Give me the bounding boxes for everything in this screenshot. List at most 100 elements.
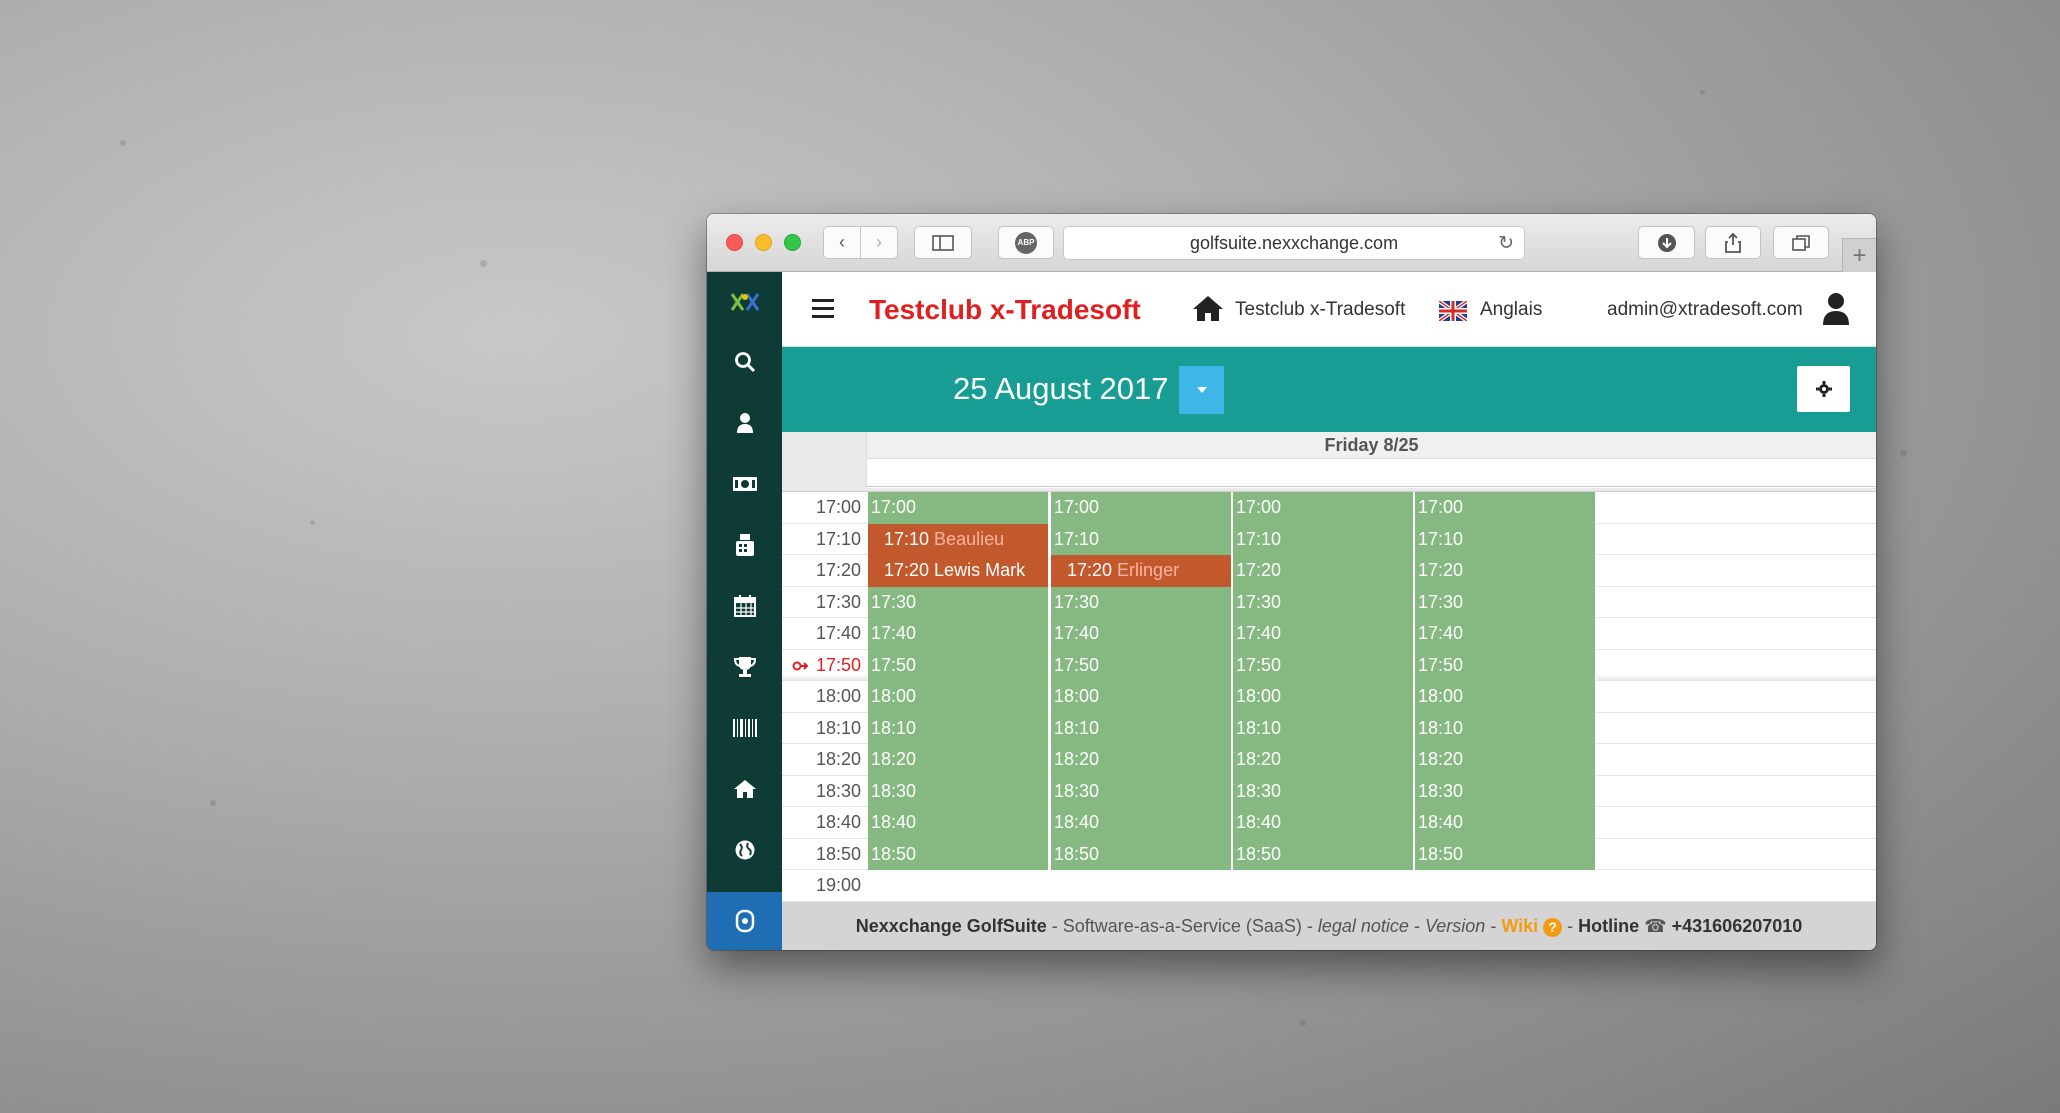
slot-time: 18:20	[1418, 749, 1464, 769]
free-tee-time[interactable]: 17:00	[1051, 492, 1233, 524]
adblock-button[interactable]: ABP	[998, 226, 1054, 259]
free-tee-time[interactable]: 17:40	[868, 618, 1050, 650]
slot-time: 18:20	[871, 749, 917, 769]
free-tee-time[interactable]: 17:20	[1415, 555, 1597, 587]
slot-time: 18:10	[1418, 717, 1464, 738]
free-tee-time[interactable]: 17:30	[868, 586, 1050, 618]
slot-time: 17:10	[884, 528, 930, 549]
plus-icon: +	[1852, 241, 1867, 269]
free-tee-time[interactable]: 17:40	[1233, 618, 1415, 650]
settings-button[interactable]	[1797, 366, 1850, 412]
slot-time: 18:10	[871, 717, 917, 738]
free-tee-time[interactable]: 18:10	[1051, 712, 1233, 744]
share-button[interactable]	[1705, 226, 1761, 259]
free-tee-time[interactable]: 18:30	[868, 775, 1050, 807]
free-tee-time[interactable]: 18:40	[1051, 807, 1233, 839]
reload-icon[interactable]: ↻	[1498, 232, 1514, 255]
minimize-window-button[interactable]	[755, 234, 772, 251]
free-tee-time[interactable]: 17:10	[1233, 523, 1415, 555]
free-tee-time[interactable]: 18:10	[1415, 712, 1597, 744]
free-tee-time[interactable]: 17:40	[1415, 618, 1597, 650]
free-tee-time[interactable]: 17:20	[1233, 555, 1415, 587]
time-row: 19:00	[782, 870, 1876, 902]
uk-flag-icon[interactable]	[1439, 301, 1467, 321]
booked-tee-time[interactable]: 17:10 Beaulieu Philippe	[868, 523, 1050, 580]
free-tee-time[interactable]: 18:20	[868, 744, 1050, 776]
sidebar-item-tournaments[interactable]	[707, 637, 782, 697]
legal-notice-link[interactable]: legal notice	[1318, 916, 1409, 936]
time-row: 17:20 17:20 Lewis Mark (-)€17:20 Erlinger…	[782, 555, 1876, 614]
help-icon[interactable]: ?	[1543, 917, 1563, 937]
version-link[interactable]: Version	[1425, 916, 1485, 936]
sidebar-item-support[interactable]	[707, 892, 782, 950]
slot-time: 17:00	[1418, 497, 1464, 517]
menu-toggle-button[interactable]	[812, 299, 834, 323]
user-email[interactable]: admin@xtradesoft.com	[1607, 299, 1803, 321]
tabs-icon	[1792, 234, 1810, 251]
free-tee-time[interactable]: 17:50	[868, 649, 1050, 681]
wiki-link[interactable]: Wiki	[1501, 916, 1538, 936]
free-tee-time[interactable]: 18:00	[868, 681, 1050, 713]
sidebar-item-barcode[interactable]	[707, 698, 782, 758]
sidebar-item-globe[interactable]	[707, 820, 782, 880]
free-tee-time[interactable]: 17:00	[868, 492, 1050, 524]
new-tab-button[interactable]: +	[1842, 238, 1876, 272]
sidebar-item-calendar[interactable]	[707, 576, 782, 636]
maximize-window-button[interactable]	[784, 234, 801, 251]
language-selector[interactable]: Anglais	[1480, 299, 1542, 321]
sidebar-item-finance[interactable]	[707, 454, 782, 514]
free-tee-time[interactable]: 17:50	[1415, 649, 1597, 681]
slot-time: 18:30	[1418, 780, 1464, 801]
free-tee-time[interactable]: 18:40	[868, 807, 1050, 839]
sidebar-item-search[interactable]	[707, 332, 782, 392]
address-bar[interactable]: golfsuite.nexxchange.com ↻	[1063, 226, 1525, 260]
time-label: 18:00	[815, 686, 861, 706]
date-picker-button[interactable]	[1179, 366, 1224, 414]
sidebar-item-members[interactable]	[707, 393, 782, 453]
app-logo[interactable]	[707, 272, 782, 332]
free-tee-time[interactable]: 17:30	[1415, 586, 1597, 618]
club-home-link[interactable]: Testclub x-Tradesoft	[1235, 299, 1405, 321]
free-tee-time[interactable]: 18:30	[1415, 775, 1597, 807]
free-tee-time[interactable]: 18:20	[1415, 744, 1597, 776]
hotline-number[interactable]: +431606207010	[1672, 916, 1803, 936]
time-label: 17:10	[815, 528, 861, 549]
free-tee-time[interactable]: 17:50	[1051, 649, 1233, 681]
home-icon[interactable]	[1192, 294, 1224, 322]
free-tee-time[interactable]: 17:10	[1051, 523, 1233, 555]
sidebar-item-home[interactable]	[707, 759, 782, 819]
free-tee-time[interactable]: 18:20	[1233, 744, 1415, 776]
free-tee-time[interactable]: 18:30	[1233, 775, 1415, 807]
free-tee-time[interactable]: 18:40	[1233, 807, 1415, 839]
free-tee-time[interactable]: 17:40	[1051, 618, 1233, 650]
free-tee-time[interactable]: 17:10	[1415, 523, 1597, 555]
app-footer: Nexxchange GolfSuite - Software-as-a-Ser…	[782, 902, 1876, 950]
free-tee-time[interactable]: 17:50	[1233, 649, 1415, 681]
free-tee-time[interactable]: 18:40	[1415, 807, 1597, 839]
free-tee-time[interactable]: 18:50	[868, 838, 1050, 870]
free-tee-time[interactable]: 17:00	[1415, 492, 1597, 524]
forward-button[interactable]: ›	[860, 226, 898, 259]
booked-tee-time[interactable]: 17:20 Lewis Mark (-)€	[868, 555, 1050, 614]
free-tee-time[interactable]: 17:30	[1233, 586, 1415, 618]
free-tee-time[interactable]: 17:00	[1233, 492, 1415, 524]
downloads-button[interactable]	[1638, 226, 1695, 259]
free-tee-time[interactable]: 18:50	[1051, 838, 1233, 870]
free-tee-time[interactable]: 18:20	[1051, 744, 1233, 776]
back-button[interactable]: ‹	[823, 226, 861, 259]
close-window-button[interactable]	[726, 234, 743, 251]
free-tee-time[interactable]: 18:50	[1415, 838, 1597, 870]
free-tee-time[interactable]: 18:00	[1051, 681, 1233, 713]
free-tee-time[interactable]: 18:10	[868, 712, 1050, 744]
sidebar-toggle-button[interactable]	[914, 226, 972, 259]
sidebar-item-pos[interactable]	[707, 515, 782, 575]
tabs-overview-button[interactable]	[1773, 226, 1829, 259]
free-tee-time[interactable]: 18:50	[1233, 838, 1415, 870]
free-tee-time[interactable]: 18:00	[1415, 681, 1597, 713]
booked-tee-time[interactable]: 17:20 Erlinger Rudolf	[1051, 555, 1233, 611]
free-tee-time[interactable]: 18:30	[1051, 775, 1233, 807]
user-icon[interactable]	[1822, 292, 1850, 326]
free-tee-time[interactable]: 17:30	[1051, 586, 1233, 618]
free-tee-time[interactable]: 18:10	[1233, 712, 1415, 744]
free-tee-time[interactable]: 18:00	[1233, 681, 1415, 713]
